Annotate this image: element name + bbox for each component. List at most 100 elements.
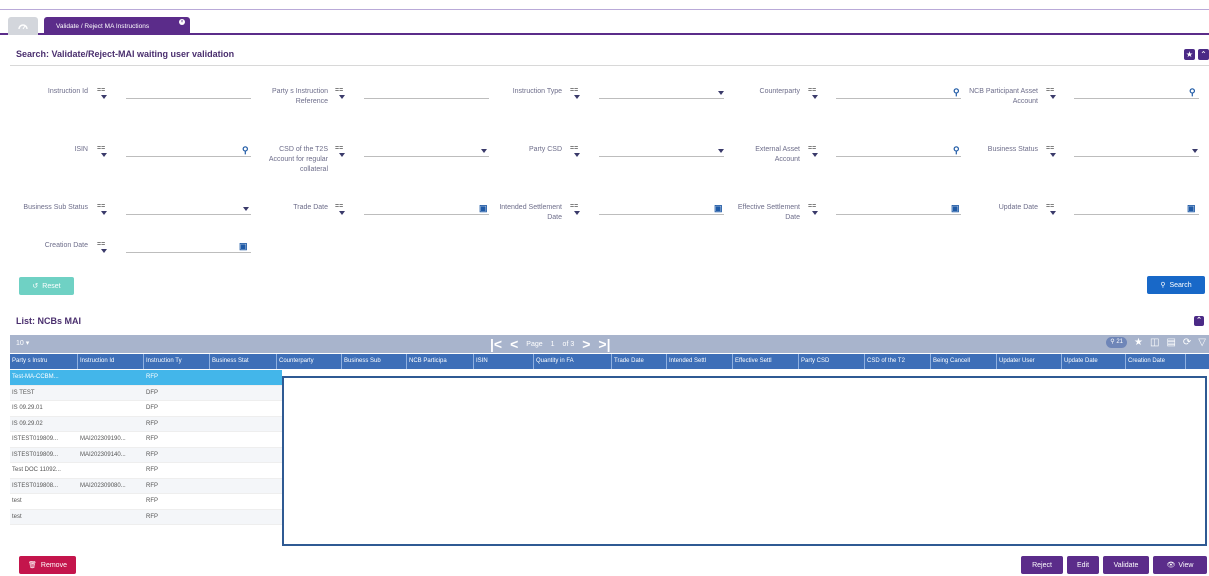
search-button[interactable]: ⚲ Search [1147,276,1205,294]
eye-icon: 👁 [1166,562,1176,569]
search-icon[interactable]: ⚲ [1189,87,1196,98]
column-header[interactable]: Counterparty [277,354,342,369]
column-header[interactable]: Update Date [1062,354,1126,369]
table-cell: DFP [146,389,158,396]
calendar-icon[interactable]: ▣ [951,203,960,214]
ncb-asset-input[interactable] [1074,87,1199,99]
table-cell: Test-MA-CCBM... [12,374,59,380]
calendar-icon[interactable]: ▣ [714,203,723,214]
column-header[interactable]: Updater User [997,354,1062,369]
chevron-down-icon [243,207,249,211]
page-number-input[interactable]: 1 [551,341,555,348]
remove-button[interactable]: 🗑 Remove [19,556,76,574]
update-date-input[interactable] [1074,203,1199,215]
table-row[interactable]: ISTEST019809... MAI202309140... RFP [10,447,282,463]
column-header[interactable]: Creation Date [1126,354,1186,369]
operator-select[interactable]: == [570,87,580,101]
column-header[interactable]: Instruction Ty [144,354,210,369]
counterparty-input[interactable] [836,87,961,99]
view-button[interactable]: 👁 View [1153,556,1207,574]
instruction-type-select[interactable] [599,87,724,99]
operator-select[interactable]: == [335,87,345,101]
column-header[interactable]: Trade Date [612,354,667,369]
search-icon[interactable]: ⚲ [953,87,960,98]
party-ref-input[interactable] [364,87,489,99]
intended-settlement-input[interactable] [599,203,724,215]
search-icon[interactable]: ⚲ [953,145,960,156]
table-body: Test-MA-CCBM... RFP IS TEST DFP IS 09.29.01 D… [10,370,282,525]
collapse-icon[interactable]: ⌃ [1194,316,1204,326]
search-icon[interactable]: ⚲ [242,145,249,156]
table-row[interactable]: IS TEST DFP [10,385,282,401]
operator-select[interactable]: == [97,145,107,159]
column-header[interactable]: NCB Participa [407,354,474,369]
table-row[interactable]: test RFP [10,509,282,525]
isin-input[interactable] [126,145,251,157]
business-status-select[interactable] [1074,145,1199,157]
operator-select[interactable]: == [1046,87,1056,101]
column-header[interactable]: Intended Settl [667,354,733,369]
business-sub-status-select[interactable] [126,203,251,215]
next-page-icon[interactable]: > [582,336,590,352]
trade-date-input[interactable] [364,203,489,215]
tab-home[interactable] [8,17,38,35]
column-header[interactable]: Being Cancell [931,354,997,369]
operator-select[interactable]: == [97,241,107,255]
collapse-icon[interactable]: ⌃ [1198,49,1209,60]
column-header[interactable]: Effective Settl [733,354,799,369]
column-header[interactable]: Party s Instru [10,354,78,369]
table-row[interactable]: ISTEST019808... MAI202309080... RFP [10,478,282,494]
csd-t2s-select[interactable] [364,145,489,157]
table-row[interactable]: Test-MA-CCBM... RFP [10,370,282,386]
operator-select[interactable]: == [808,87,818,101]
column-header[interactable]: CSD of the T2 [865,354,931,369]
filter-icon[interactable]: ▽ [1198,337,1206,348]
column-header[interactable]: ISIN [474,354,534,369]
export-icon[interactable]: ▤ [1166,337,1175,348]
table-header: Party s Instru Instruction Id Instruction … [10,354,1209,369]
operator-select[interactable]: == [570,145,580,159]
operator-select[interactable]: == [335,145,345,159]
page-size-select[interactable]: 10 ▾ [16,339,29,347]
table-row[interactable]: Test DOC 11092... RFP [10,463,282,479]
calendar-icon[interactable]: ▣ [1187,203,1196,214]
refresh-icon[interactable]: ⟳ [1183,337,1191,348]
star-icon[interactable]: ★ [1134,337,1143,348]
operator-select[interactable]: == [97,203,107,217]
last-page-icon[interactable]: >| [598,336,610,352]
operator-select[interactable]: == [97,87,107,101]
edit-button[interactable]: Edit [1067,556,1099,574]
operator-select[interactable]: == [808,203,818,217]
column-header[interactable]: Business Stat [210,354,277,369]
validate-button[interactable]: Validate [1103,556,1149,574]
table-row[interactable]: test RFP [10,494,282,510]
reset-button[interactable]: ↺ Reset [19,277,74,295]
calendar-icon[interactable]: ▣ [479,203,488,214]
creation-date-input[interactable] [126,241,251,253]
column-header[interactable]: Business Sub [342,354,407,369]
column-header[interactable]: Party CSD [799,354,865,369]
operator-select[interactable]: == [1046,145,1056,159]
tab-validate-reject[interactable]: Validate / Reject MA Instructions × [44,17,190,35]
table-row[interactable]: IS 09.29.02 RFP [10,416,282,432]
operator-select[interactable]: == [335,203,345,217]
tab-close-icon[interactable]: × [179,19,185,25]
favorite-icon[interactable]: ★ [1184,49,1195,60]
search-count-badge[interactable]: ⚲ 21 [1106,337,1128,348]
column-header[interactable]: Instruction Id [78,354,144,369]
columns-icon[interactable]: ◫ [1150,337,1159,348]
operator-select[interactable]: == [1046,203,1056,217]
operator-select[interactable]: == [808,145,818,159]
column-header[interactable]: Quantity in FA [534,354,612,369]
table-row[interactable]: IS 09.29.01 DFP [10,401,282,417]
table-row[interactable]: ISTEST019809... MAI202309190... RFP [10,432,282,448]
party-csd-select[interactable] [599,145,724,157]
reject-button[interactable]: Reject [1021,556,1063,574]
prev-page-icon[interactable]: < [510,336,518,352]
instruction-id-input[interactable] [126,87,251,99]
operator-select[interactable]: == [570,203,580,217]
calendar-icon[interactable]: ▣ [239,241,248,252]
effective-settlement-input[interactable] [836,203,961,215]
first-page-icon[interactable]: |< [490,336,502,352]
external-asset-input[interactable] [836,145,961,157]
